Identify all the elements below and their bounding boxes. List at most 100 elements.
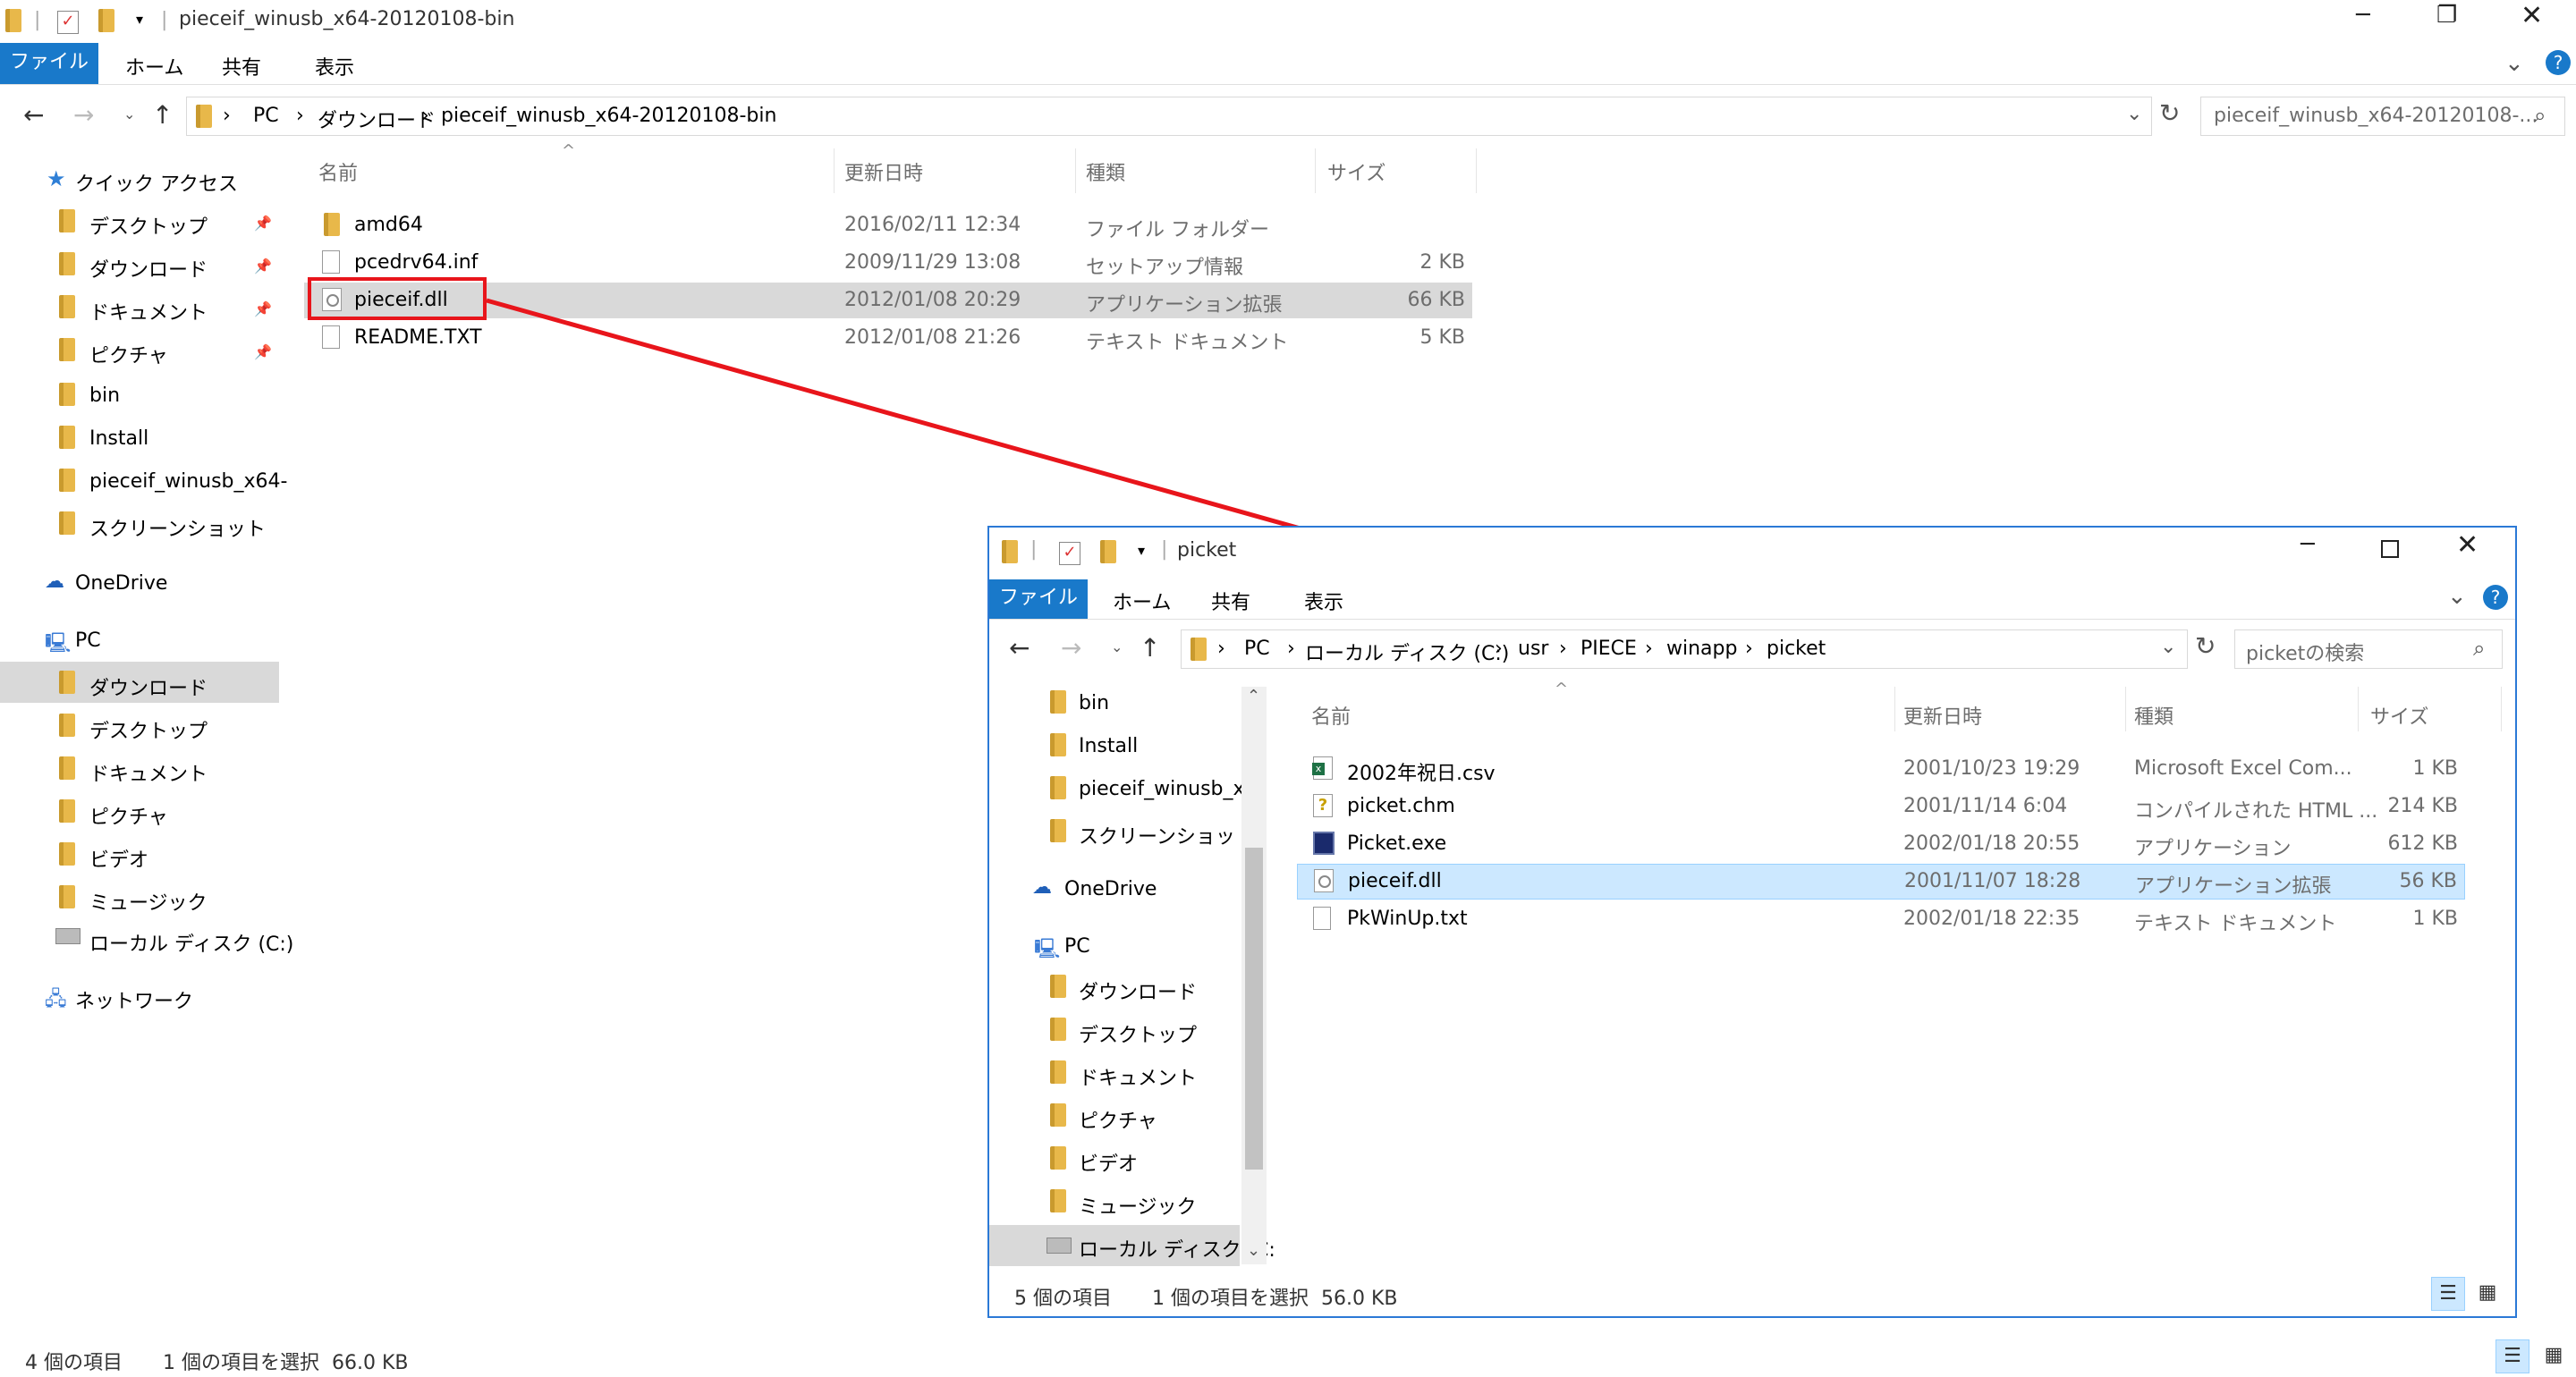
- file-size: 612 KB: [2387, 832, 2458, 855]
- search-field[interactable]: picketの検索 ⌕: [2234, 629, 2503, 669]
- folder-icon: [1050, 733, 1066, 756]
- folder-icon: [1191, 638, 1207, 661]
- chevron-icon: ›: [1217, 638, 1225, 660]
- chevron-icon: ›: [1745, 638, 1753, 660]
- file-name: 2002年祝日.csv: [1347, 763, 1496, 785]
- status-item-count: 5 個の項目: [1014, 1288, 1112, 1310]
- nav-item-pc-downloads[interactable]: ダウンロード: [1079, 976, 1197, 1005]
- table-row[interactable]: x 2002年祝日.csv 2001/10/23 19:29 Microsoft…: [1297, 751, 2465, 787]
- large-icons-view-icon[interactable]: ▦: [2470, 1277, 2504, 1311]
- nav-item-pc-music[interactable]: ミュージック: [1079, 1191, 1197, 1220]
- sort-up-icon: ^: [1555, 680, 1569, 698]
- folder-icon: [1050, 819, 1066, 842]
- column-divider: [2358, 687, 2359, 731]
- column-divider: [1894, 687, 1895, 731]
- scroll-down-icon[interactable]: ⌄: [1247, 1241, 1260, 1260]
- details-view-icon[interactable]: ☰: [2431, 1277, 2465, 1311]
- tab-home[interactable]: ホーム: [1113, 587, 1171, 615]
- column-date[interactable]: 更新日時: [1903, 701, 1982, 730]
- file-size: 56 KB: [2399, 870, 2457, 892]
- nav-item-pc-videos[interactable]: ビデオ: [1079, 1148, 1138, 1177]
- file-date: 2001/10/23 19:29: [1903, 757, 2080, 780]
- status-selection: 1 個の項目を選択 66.0 KB: [163, 1352, 409, 1374]
- chevron-icon: ›: [1559, 638, 1567, 660]
- minimize-button[interactable]: ─: [2301, 531, 2315, 558]
- nav-item-pc-desktop[interactable]: デスクトップ: [1079, 1019, 1197, 1048]
- maximize-button[interactable]: [2381, 540, 2399, 558]
- nav-item-bin[interactable]: bin: [1079, 692, 1109, 714]
- refresh-icon[interactable]: ↻: [2195, 631, 2216, 661]
- forward-icon[interactable]: →: [1061, 633, 1081, 663]
- up-icon[interactable]: ↑: [1140, 633, 1160, 663]
- chm-file-icon: ?: [1313, 794, 1333, 817]
- search-icon[interactable]: ⌕: [2473, 636, 2485, 661]
- table-row-selected[interactable]: pieceif.dll 2001/11/07 18:28 アプリケーション拡張 …: [1297, 864, 2465, 900]
- nav-onedrive[interactable]: OneDrive: [1064, 878, 1157, 900]
- details-view-icon[interactable]: ☰: [2496, 1339, 2529, 1373]
- nav-item-install[interactable]: Install: [1079, 735, 1138, 757]
- tab-file[interactable]: ファイル: [989, 579, 1088, 619]
- pc-icon: 🖳: [1034, 938, 1061, 960]
- downloads-icon: [1050, 975, 1066, 998]
- help-icon[interactable]: ?: [2483, 585, 2508, 610]
- quick-access-dropdown-icon[interactable]: ▾: [1138, 542, 1145, 559]
- table-row[interactable]: ? picket.chm 2001/11/14 6:04 コンパイルされた HT…: [1297, 789, 2465, 824]
- dll-file-icon: [1314, 869, 1334, 892]
- new-folder-icon[interactable]: [1100, 540, 1116, 563]
- tab-share[interactable]: 共有: [1211, 587, 1250, 615]
- breadcrumb-usr[interactable]: usr: [1518, 638, 1548, 660]
- folder-icon: [1050, 776, 1066, 799]
- breadcrumb-picket[interactable]: picket: [1767, 638, 1826, 660]
- scrollbar-thumb[interactable]: [1245, 848, 1263, 1170]
- excel-file-icon: x: [1312, 756, 1333, 780]
- address-bar[interactable]: › PC › ローカル ディスク (C:) › usr › PIECE › wi…: [1181, 629, 2188, 669]
- nav-item-pc-documents[interactable]: ドキュメント: [1079, 1062, 1197, 1091]
- separator: |: [1161, 538, 1168, 561]
- separator: |: [1030, 538, 1038, 561]
- address-dropdown-icon[interactable]: ⌄: [2160, 636, 2176, 658]
- folder-icon: [1002, 540, 1018, 563]
- navigation-pane: bin Install pieceif_winusb_x スクリーンショット ☁…: [989, 681, 1275, 1266]
- pictures-icon: [1050, 1103, 1066, 1127]
- chevron-icon: ›: [1645, 638, 1653, 660]
- breadcrumb-pc[interactable]: PC: [1244, 638, 1270, 660]
- nav-item-screenshots[interactable]: スクリーンショット: [1079, 821, 1255, 849]
- file-date: 2002/01/18 22:35: [1903, 908, 2080, 930]
- scroll-up-icon[interactable]: ⌃: [1247, 687, 1260, 705]
- recent-dropdown-icon[interactable]: ⌄: [1111, 638, 1123, 655]
- large-icons-view-icon[interactable]: ▦: [2537, 1339, 2571, 1373]
- breadcrumb-winapp[interactable]: winapp: [1666, 638, 1737, 660]
- ribbon-divider: [989, 619, 2515, 620]
- file-name: PkWinUp.txt: [1347, 908, 1468, 930]
- nav-item-pieceif[interactable]: pieceif_winusb_x: [1079, 778, 1245, 800]
- file-size: 214 KB: [2387, 795, 2458, 817]
- file-name: pieceif.dll: [1348, 870, 1442, 892]
- back-icon[interactable]: ←: [1009, 633, 1030, 663]
- picket-window: | ✓ ▾ | picket ─ ✕ ファイル ホーム 共有 表示 ⌄ ? ← …: [987, 526, 2517, 1318]
- folder-icon: [1050, 690, 1066, 714]
- file-type: テキスト ドキュメント: [2134, 913, 2337, 935]
- status-selection: 1 個の項目を選択 56.0 KB: [1152, 1288, 1398, 1310]
- drive-icon: [1046, 1238, 1072, 1254]
- file-date: 2002/01/18 20:55: [1903, 832, 2080, 855]
- column-type[interactable]: 種類: [2134, 701, 2174, 730]
- search-placeholder: picketの検索: [2246, 643, 2365, 665]
- nav-scrollbar[interactable]: ⌃ ⌄: [1241, 687, 1267, 1264]
- tab-view[interactable]: 表示: [1304, 587, 1343, 615]
- column-name[interactable]: 名前: [1311, 701, 1351, 730]
- nav-pc[interactable]: PC: [1064, 935, 1090, 958]
- table-row[interactable]: PkWinUp.txt 2002/01/18 22:35 テキスト ドキュメント…: [1297, 901, 2465, 937]
- nav-item-pc-pictures[interactable]: ピクチャ: [1079, 1105, 1157, 1134]
- table-row[interactable]: Picket.exe 2002/01/18 20:55 アプリケーション 612…: [1297, 826, 2465, 862]
- breadcrumb-piece[interactable]: PIECE: [1580, 638, 1637, 660]
- close-button[interactable]: ✕: [2456, 529, 2479, 561]
- videos-icon: [1050, 1146, 1066, 1170]
- properties-icon[interactable]: ✓: [1059, 542, 1080, 565]
- breadcrumb-local-disk[interactable]: ローカル ディスク (C:): [1305, 638, 1509, 666]
- column-size[interactable]: サイズ: [2370, 701, 2428, 730]
- expand-ribbon-icon[interactable]: ⌄: [2447, 583, 2467, 610]
- file-list: ^ 名前 更新日時 種類 サイズ x 2002年祝日.csv 2001/10/2…: [1297, 680, 2504, 955]
- chevron-icon: ›: [1495, 638, 1503, 660]
- status-item-count: 4 個の項目: [25, 1352, 123, 1374]
- file-type: Microsoft Excel Com...: [2134, 757, 2352, 780]
